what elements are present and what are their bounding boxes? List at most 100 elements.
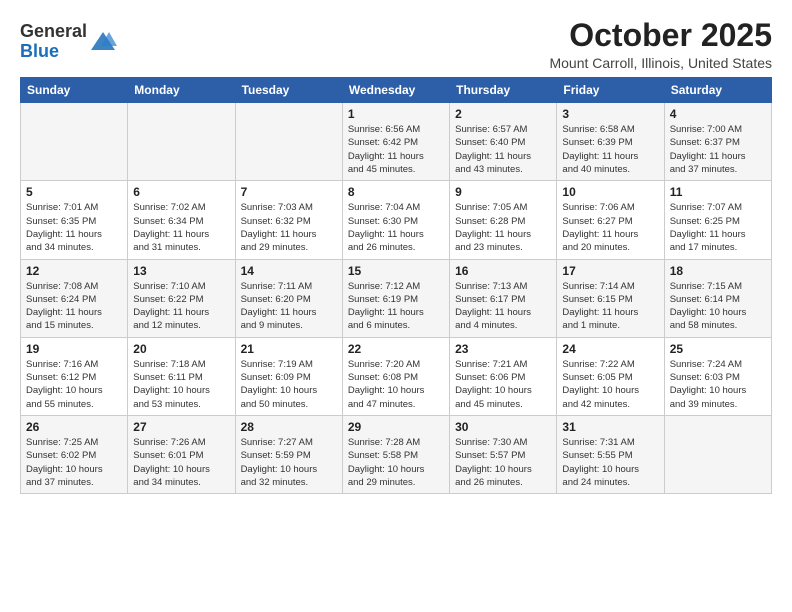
day-number: 29 [348,420,444,434]
day-info: Sunrise: 7:14 AM Sunset: 6:15 PM Dayligh… [562,281,638,332]
calendar-cell: 17 Sunrise: 7:14 AM Sunset: 6:15 PM Dayli… [557,259,664,337]
day-number: 20 [133,342,229,356]
calendar-cell: 30Sunrise: 7:30 AM Sunset: 5:57 PM Dayli… [450,415,557,493]
logo: General Blue [20,22,117,62]
calendar-cell: 2Sunrise: 6:57 AM Sunset: 6:40 PM Daylig… [450,103,557,181]
calendar-cell: 3Sunrise: 6:58 AM Sunset: 6:39 PM Daylig… [557,103,664,181]
day-info: Sunrise: 7:20 AM Sunset: 6:08 PM Dayligh… [348,359,425,410]
day-info: Sunrise: 7:28 AM Sunset: 5:58 PM Dayligh… [348,437,425,488]
day-info: Sunrise: 7:19 AM Sunset: 6:09 PM Dayligh… [241,359,318,410]
calendar-cell: 4 Sunrise: 7:00 AM Sunset: 6:37 PM Daylig… [664,103,771,181]
day-info: Sunrise: 7:27 AM Sunset: 5:59 PM Dayligh… [241,437,318,488]
col-saturday: Saturday [664,78,771,103]
calendar-week-0: 1 Sunrise: 6:56 AM Sunset: 6:42 PM Daylig… [21,103,772,181]
calendar-cell: 5 Sunrise: 7:01 AM Sunset: 6:35 PM Daylig… [21,181,128,259]
day-number: 5 [26,185,122,199]
col-monday: Monday [128,78,235,103]
day-number: 1 [348,107,444,121]
day-number: 15 [348,264,444,278]
calendar-cell: 12 Sunrise: 7:08 AM Sunset: 6:24 PM Dayli… [21,259,128,337]
page: General Blue October 2025 Mount Carroll,… [0,0,792,612]
day-number: 11 [670,185,766,199]
calendar-title: October 2025 [549,18,772,53]
day-info: Sunrise: 7:00 AM Sunset: 6:37 PM Dayligh… [670,124,746,175]
day-number: 19 [26,342,122,356]
day-info: Sunrise: 6:57 AM Sunset: 6:40 PM Dayligh… [455,124,531,175]
day-info: Sunrise: 7:03 AM Sunset: 6:32 PM Dayligh… [241,202,317,253]
calendar-cell: 10 Sunrise: 7:06 AM Sunset: 6:27 PM Dayli… [557,181,664,259]
calendar-cell: 8 Sunrise: 7:04 AM Sunset: 6:30 PM Daylig… [342,181,449,259]
calendar-cell: 18 Sunrise: 7:15 AM Sunset: 6:14 PM Dayli… [664,259,771,337]
day-info: Sunrise: 7:01 AM Sunset: 6:35 PM Dayligh… [26,202,102,253]
calendar-cell: 11 Sunrise: 7:07 AM Sunset: 6:25 PM Dayli… [664,181,771,259]
day-number: 22 [348,342,444,356]
day-number: 21 [241,342,337,356]
day-number: 23 [455,342,551,356]
calendar-cell: 13 Sunrise: 7:10 AM Sunset: 6:22 PM Dayli… [128,259,235,337]
calendar-cell [128,103,235,181]
day-number: 8 [348,185,444,199]
calendar-week-3: 19Sunrise: 7:16 AM Sunset: 6:12 PM Dayli… [21,337,772,415]
day-info: Sunrise: 7:11 AM Sunset: 6:20 PM Dayligh… [241,281,317,332]
day-number: 13 [133,264,229,278]
day-number: 7 [241,185,337,199]
day-number: 17 [562,264,658,278]
day-number: 25 [670,342,766,356]
day-number: 12 [26,264,122,278]
calendar-cell: 22 Sunrise: 7:20 AM Sunset: 6:08 PM Dayli… [342,337,449,415]
day-info: Sunrise: 7:26 AM Sunset: 6:01 PM Dayligh… [133,437,210,488]
col-wednesday: Wednesday [342,78,449,103]
calendar-cell: 16Sunrise: 7:13 AM Sunset: 6:17 PM Dayli… [450,259,557,337]
day-info: Sunrise: 7:12 AM Sunset: 6:19 PM Dayligh… [348,281,424,332]
calendar-subtitle: Mount Carroll, Illinois, United States [549,55,772,71]
day-info: Sunrise: 7:02 AM Sunset: 6:34 PM Dayligh… [133,202,209,253]
day-info: Sunrise: 7:04 AM Sunset: 6:30 PM Dayligh… [348,202,424,253]
logo-general: General [20,21,87,41]
title-block: October 2025 Mount Carroll, Illinois, Un… [549,18,772,71]
day-number: 16 [455,264,551,278]
calendar-cell: 25 Sunrise: 7:24 AM Sunset: 6:03 PM Dayli… [664,337,771,415]
calendar-cell: 31Sunrise: 7:31 AM Sunset: 5:55 PM Dayli… [557,415,664,493]
calendar-cell: 29 Sunrise: 7:28 AM Sunset: 5:58 PM Dayli… [342,415,449,493]
calendar-cell: 7 Sunrise: 7:03 AM Sunset: 6:32 PM Daylig… [235,181,342,259]
day-number: 9 [455,185,551,199]
calendar-cell: 21 Sunrise: 7:19 AM Sunset: 6:09 PM Dayli… [235,337,342,415]
calendar-cell: 27Sunrise: 7:26 AM Sunset: 6:01 PM Dayli… [128,415,235,493]
day-number: 24 [562,342,658,356]
day-info: Sunrise: 6:56 AM Sunset: 6:42 PM Dayligh… [348,124,424,175]
calendar-cell: 24 Sunrise: 7:22 AM Sunset: 6:05 PM Dayli… [557,337,664,415]
day-info: Sunrise: 7:21 AM Sunset: 6:06 PM Dayligh… [455,359,532,410]
day-number: 31 [562,420,658,434]
col-sunday: Sunday [21,78,128,103]
calendar-cell: 15 Sunrise: 7:12 AM Sunset: 6:19 PM Dayli… [342,259,449,337]
calendar-cell [664,415,771,493]
day-info: Sunrise: 7:24 AM Sunset: 6:03 PM Dayligh… [670,359,747,410]
calendar-cell [21,103,128,181]
day-info: Sunrise: 7:05 AM Sunset: 6:28 PM Dayligh… [455,202,531,253]
day-number: 18 [670,264,766,278]
col-tuesday: Tuesday [235,78,342,103]
calendar-week-1: 5 Sunrise: 7:01 AM Sunset: 6:35 PM Daylig… [21,181,772,259]
calendar-cell: 19Sunrise: 7:16 AM Sunset: 6:12 PM Dayli… [21,337,128,415]
col-thursday: Thursday [450,78,557,103]
calendar-cell: 23 Sunrise: 7:21 AM Sunset: 6:06 PM Dayli… [450,337,557,415]
day-info: Sunrise: 7:15 AM Sunset: 6:14 PM Dayligh… [670,281,747,332]
day-info: Sunrise: 7:25 AM Sunset: 6:02 PM Dayligh… [26,437,103,488]
col-friday: Friday [557,78,664,103]
day-info: Sunrise: 7:07 AM Sunset: 6:25 PM Dayligh… [670,202,746,253]
calendar-cell [235,103,342,181]
day-number: 30 [455,420,551,434]
day-info: Sunrise: 7:10 AM Sunset: 6:22 PM Dayligh… [133,281,209,332]
day-info: Sunrise: 7:08 AM Sunset: 6:24 PM Dayligh… [26,281,102,332]
calendar-cell: 14Sunrise: 7:11 AM Sunset: 6:20 PM Dayli… [235,259,342,337]
calendar-cell: 28 Sunrise: 7:27 AM Sunset: 5:59 PM Dayli… [235,415,342,493]
day-info: Sunrise: 7:06 AM Sunset: 6:27 PM Dayligh… [562,202,638,253]
logo-blue: Blue [20,41,59,61]
day-number: 10 [562,185,658,199]
day-info: Sunrise: 7:22 AM Sunset: 6:05 PM Dayligh… [562,359,639,410]
day-number: 6 [133,185,229,199]
day-number: 28 [241,420,337,434]
day-number: 4 [670,107,766,121]
calendar-cell: 1 Sunrise: 6:56 AM Sunset: 6:42 PM Daylig… [342,103,449,181]
calendar-cell: 9 Sunrise: 7:05 AM Sunset: 6:28 PM Daylig… [450,181,557,259]
